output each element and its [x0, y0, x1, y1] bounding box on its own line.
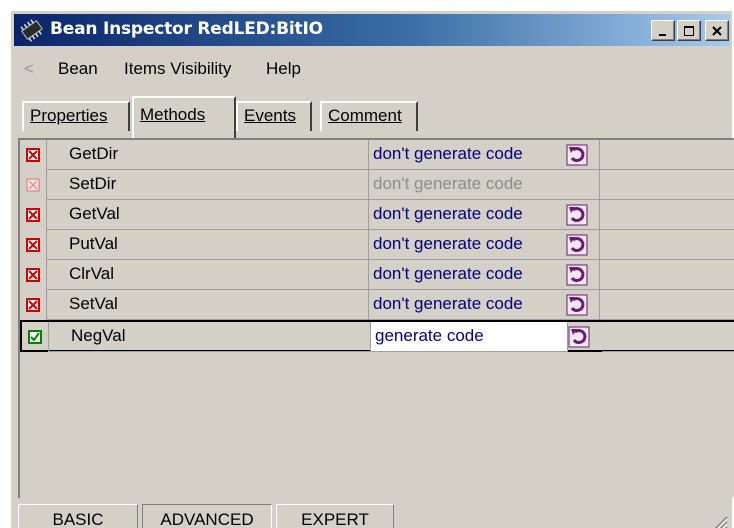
resize-grip-icon[interactable] [710, 514, 728, 528]
method-name: SetVal [46, 290, 388, 320]
tab-comment[interactable]: Comment [320, 101, 418, 131]
checkbox-cell [22, 322, 48, 352]
checkbox-cell [20, 290, 46, 320]
method-value[interactable]: generate code [370, 322, 568, 352]
back-chevron-icon[interactable]: < [24, 59, 34, 79]
tab-label: Properties [30, 106, 108, 125]
tab-methods[interactable]: Methods [132, 96, 236, 139]
row-filler [600, 290, 734, 320]
row-filler [600, 200, 734, 230]
mode-expert-button[interactable]: EXPERT [276, 504, 394, 528]
chip-icon [20, 19, 43, 42]
disabled-box-icon [26, 178, 40, 192]
title-bar[interactable]: Bean Inspector RedLED:BitIO [14, 14, 730, 46]
menu-bean[interactable]: Bean [58, 59, 98, 79]
method-row-setval[interactable]: SetVal don't generate code [20, 290, 734, 320]
method-row-getdir[interactable]: GetDir don't generate code [20, 140, 734, 170]
row-filler [602, 322, 734, 352]
method-row-putval[interactable]: PutVal don't generate code [20, 230, 734, 260]
checkbox-cell [20, 230, 46, 260]
row-filler [600, 260, 734, 290]
checkbox-cell [20, 200, 46, 230]
close-icon [712, 25, 722, 36]
checkbox-cell [20, 140, 46, 170]
maximize-button[interactable] [677, 20, 701, 41]
reset-icon[interactable] [566, 234, 588, 256]
row-filler [600, 170, 734, 200]
unchecked-box-icon[interactable] [26, 208, 40, 222]
checkbox-cell [20, 170, 46, 200]
reset-icon[interactable] [566, 294, 588, 316]
unchecked-box-icon[interactable] [26, 238, 40, 252]
reset-icon[interactable] [566, 204, 588, 226]
method-name: ClrVal [46, 260, 388, 290]
mode-advanced-button[interactable]: ADVANCED [142, 504, 272, 528]
tab-events[interactable]: Events [236, 101, 312, 131]
bean-inspector-window: Bean Inspector RedLED:BitIO < Bean Items… [9, 9, 734, 528]
tab-properties[interactable]: Properties [22, 101, 130, 131]
method-name: GetVal [46, 200, 388, 230]
mode-bar: BASIC ADVANCED EXPERT [14, 504, 730, 528]
method-value: don't generate code [368, 170, 600, 200]
unchecked-box-icon[interactable] [26, 148, 40, 162]
reset-icon[interactable] [568, 326, 590, 348]
checked-box-icon[interactable] [28, 330, 42, 344]
method-row-getval[interactable]: GetVal don't generate code [20, 200, 734, 230]
reset-icon[interactable] [566, 264, 588, 286]
method-name: PutVal [46, 230, 388, 260]
close-button[interactable] [705, 20, 729, 41]
row-filler [600, 230, 734, 260]
checkbox-cell [20, 260, 46, 290]
tab-strip: Properties Methods Events Comment [14, 93, 730, 139]
method-row-negval[interactable]: NegVal generate code [20, 320, 734, 352]
tab-label: Methods [140, 105, 206, 124]
window-title: Bean Inspector RedLED:BitIO [50, 19, 323, 39]
mode-basic-button[interactable]: BASIC [18, 504, 138, 528]
tab-label: Events [244, 106, 296, 125]
method-row-clrval[interactable]: ClrVal don't generate code [20, 260, 734, 290]
methods-grid: GetDir don't generate code SetDir don't … [18, 138, 734, 498]
menu-bar: < Bean Items Visibility Help [14, 56, 730, 82]
method-row-setdir[interactable]: SetDir don't generate code [20, 170, 734, 200]
tab-label: Comment [328, 106, 402, 125]
unchecked-box-icon[interactable] [26, 268, 40, 282]
menu-items-visibility[interactable]: Items Visibility [124, 59, 231, 79]
method-name: SetDir [46, 170, 388, 200]
method-name: GetDir [46, 140, 388, 170]
menu-help[interactable]: Help [266, 59, 301, 79]
maximize-icon [684, 25, 694, 36]
reset-icon[interactable] [566, 144, 588, 166]
method-name: NegVal [48, 322, 390, 352]
row-filler [600, 140, 734, 170]
minimize-icon [659, 33, 666, 36]
unchecked-box-icon[interactable] [26, 298, 40, 312]
minimize-button[interactable] [651, 20, 675, 41]
